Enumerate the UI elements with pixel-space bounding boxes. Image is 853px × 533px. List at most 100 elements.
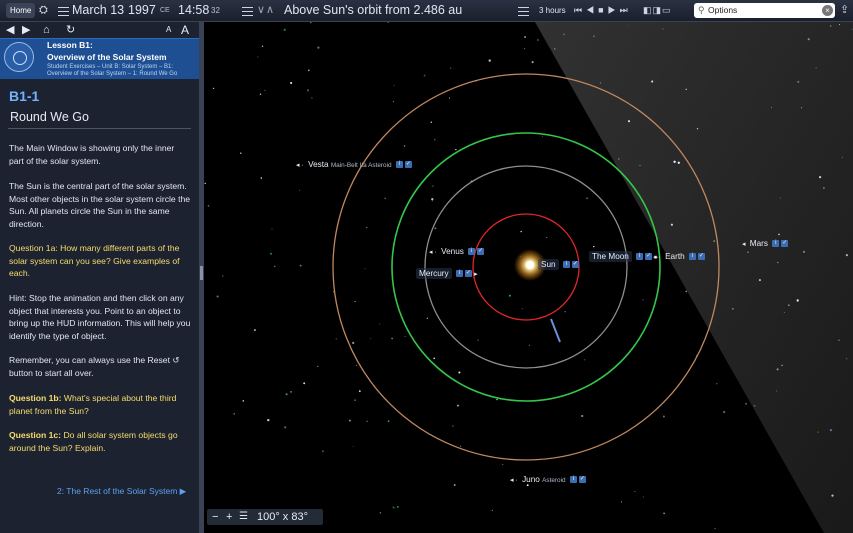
zoom-in-button[interactable]: +: [226, 509, 232, 525]
font-smaller-button[interactable]: A: [166, 22, 171, 38]
object-name: Juno: [522, 475, 540, 484]
time-field[interactable]: 14:58: [178, 0, 209, 21]
camera-icon[interactable]: ⛭: [39, 0, 48, 21]
sun-disc[interactable]: [526, 261, 534, 269]
earth-label[interactable]: ◂ · Earth i ✓: [653, 252, 705, 261]
rate-menu-icon[interactable]: [518, 4, 529, 18]
star: [800, 107, 803, 109]
star: [537, 39, 539, 41]
star: [397, 506, 399, 508]
checkbox-icon[interactable]: ✓: [645, 253, 653, 261]
zoom-controls: − + ☰ 100° x 83°: [207, 509, 323, 525]
star: [642, 496, 644, 498]
reset-icon[interactable]: ↻: [66, 22, 75, 38]
checkbox-icon[interactable]: ✓: [477, 248, 485, 256]
star: [379, 512, 382, 514]
back-arrow-icon[interactable]: ◀: [6, 22, 14, 38]
star: [392, 101, 394, 103]
star: [403, 145, 406, 147]
star: [818, 175, 822, 179]
question-label: Question 1b:: [9, 393, 62, 403]
star: [431, 198, 434, 201]
info-icon[interactable]: i: [772, 240, 780, 248]
checkbox-icon[interactable]: ✓: [571, 261, 579, 269]
info-icon[interactable]: i: [569, 476, 577, 484]
breadcrumb[interactable]: Overview of the Solar System – 1: Round …: [47, 71, 177, 78]
search-input[interactable]: ⚲ Options ×: [694, 3, 835, 18]
checkbox-icon[interactable]: ✓: [697, 253, 705, 261]
star: [366, 420, 368, 422]
star: [477, 339, 479, 341]
star: [259, 93, 262, 96]
milky-way-band: [535, 22, 853, 533]
chevron-down-up-icon[interactable]: ∨∧: [257, 0, 275, 21]
star: [379, 323, 381, 325]
star: [520, 230, 522, 233]
vesta-label[interactable]: ◂ · Vesta Main-Belt IIa Asteroid i ✓: [296, 160, 412, 169]
star: [283, 28, 286, 31]
sun-label[interactable]: Sun i ✓: [538, 259, 579, 270]
field-of-view-readout[interactable]: 100° x 83°: [257, 509, 308, 525]
next-section-link[interactable]: 2: The Rest of the Solar System ▶: [57, 486, 186, 497]
star: [634, 491, 636, 493]
lesson-panel: ◀ ▶ ⌂ ↻ A A Lesson B1: Overview of the S…: [0, 22, 199, 533]
sky-canvas[interactable]: [204, 22, 853, 533]
star: [723, 411, 726, 414]
star: [807, 38, 810, 41]
era-label: CE: [160, 7, 170, 14]
share-icon[interactable]: ⇪: [840, 0, 849, 21]
info-icon[interactable]: i: [455, 270, 463, 278]
checkbox-icon[interactable]: ✓: [781, 240, 789, 248]
zoom-out-button[interactable]: −: [212, 509, 218, 525]
star: [309, 22, 312, 24]
font-larger-button[interactable]: A: [181, 22, 189, 38]
info-icon[interactable]: i: [636, 253, 644, 261]
mercury-label[interactable]: Mercury i ✓ ▸: [416, 268, 480, 279]
star: [317, 46, 320, 49]
star: [433, 357, 436, 360]
checkbox-icon[interactable]: ✓: [464, 270, 472, 278]
playback-controls[interactable]: ⏮◀■▶⏭: [574, 0, 632, 21]
star: [677, 161, 680, 164]
date-menu-icon[interactable]: [58, 4, 69, 18]
info-icon[interactable]: i: [468, 248, 476, 256]
star: [628, 25, 630, 27]
splitter-grip-icon[interactable]: [200, 266, 203, 280]
juno-label[interactable]: ◂ · Juno Asteroid i ✓: [510, 475, 586, 484]
star: [322, 450, 324, 452]
venus-label[interactable]: ◂ · Venus i ✓: [429, 247, 485, 256]
object-type: Main-Belt IIa Asteroid: [330, 162, 392, 169]
home-button[interactable]: Home: [6, 3, 36, 18]
view-menu-icon[interactable]: [242, 4, 253, 18]
main-sky-view[interactable]: ◂ · Vesta Main-Belt IIa Asteroid i ✓ ◂ · …: [204, 22, 853, 533]
moon-label[interactable]: The Moon i ✓ ▸: [589, 251, 660, 262]
star: [257, 56, 259, 58]
forward-arrow-icon[interactable]: ▶: [22, 22, 30, 38]
star: [269, 252, 273, 255]
star: [434, 227, 437, 230]
info-icon[interactable]: i: [562, 261, 570, 269]
home-icon[interactable]: ⌂: [43, 22, 50, 38]
lesson-number: Lesson B1:: [47, 40, 93, 50]
lesson-name: Overview of the Solar System: [47, 52, 167, 62]
fov-menu-icon[interactable]: ☰: [239, 509, 248, 525]
checkbox-icon[interactable]: ✓: [578, 476, 586, 484]
breadcrumb[interactable]: Student Exercises – Unit B: Solar System…: [47, 64, 173, 71]
view-title: Above Sun's orbit from 2.486 au: [284, 3, 463, 17]
info-icon[interactable]: i: [688, 253, 696, 261]
date-field[interactable]: March 13: [72, 0, 124, 21]
panel-layout-icon[interactable]: ◧◨▭: [643, 0, 672, 21]
year-field[interactable]: 1997: [128, 0, 156, 21]
question-1b: Question 1b: What's special about the th…: [9, 392, 191, 417]
star: [747, 251, 749, 254]
time-rate-field[interactable]: 3 hours: [539, 0, 566, 21]
star: [356, 364, 358, 366]
info-icon[interactable]: i: [395, 161, 403, 169]
clear-icon[interactable]: ×: [822, 5, 833, 16]
seconds-field[interactable]: 32: [211, 0, 220, 21]
checkbox-icon[interactable]: ✓: [404, 161, 412, 169]
star: [508, 294, 511, 297]
mars-label[interactable]: ◂ Mars i ✓: [742, 239, 789, 248]
star: [599, 82, 602, 84]
object-name: The Moon: [589, 251, 632, 262]
